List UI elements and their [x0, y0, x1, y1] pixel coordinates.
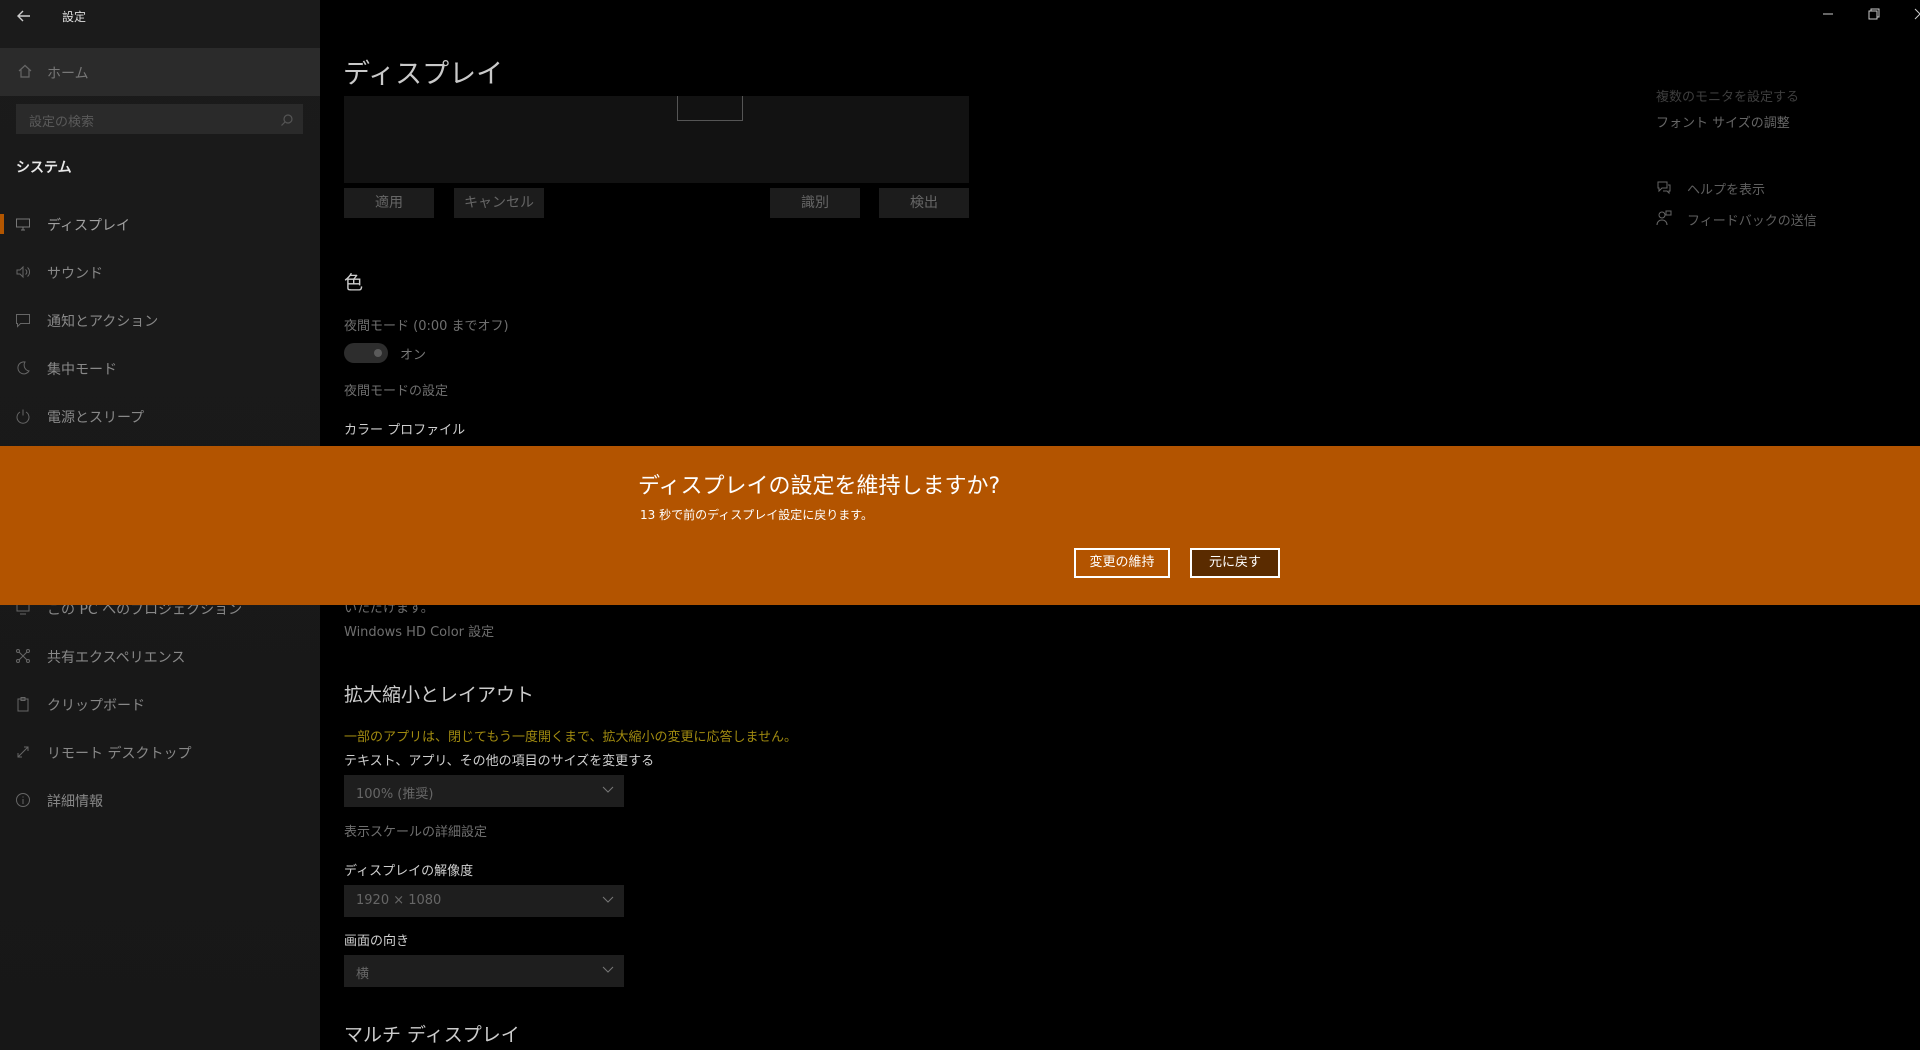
feedback-link[interactable]: フィードバックの送信	[1687, 210, 1817, 229]
sidebar-item-power[interactable]: 電源とスリープ	[0, 396, 320, 436]
sidebar-item-sound[interactable]: サウンド	[0, 252, 320, 292]
orientation-label: 画面の向き	[344, 934, 410, 949]
orientation-value: 横	[356, 967, 370, 982]
chevron-down-icon	[602, 963, 614, 975]
chevron-down-icon	[602, 783, 614, 795]
home-label: ホーム	[47, 66, 89, 82]
info-icon	[15, 792, 31, 808]
display-arrangement-preview[interactable]	[344, 96, 969, 183]
banner-title: ディスプレイの設定を維持しますか?	[638, 474, 1001, 499]
search-icon	[280, 112, 294, 126]
scale-warning: 一部のアプリは、閉じてもう一度開くまで、拡大縮小の変更に応答しません。	[344, 730, 798, 745]
night-light-settings-link[interactable]: 夜間モードの設定	[344, 380, 448, 399]
night-light-label: 夜間モード (0:00 までオフ)	[344, 319, 509, 334]
feedback-icon	[1656, 210, 1672, 226]
share-icon	[15, 648, 31, 664]
keep-settings-banner: ディスプレイの設定を維持しますか? 13 秒で前のディスプレイ設定に戻ります。 …	[0, 446, 1920, 605]
sidebar-item-display[interactable]: ディスプレイ	[0, 204, 320, 244]
revert-button[interactable]: 元に戻す	[1190, 548, 1280, 578]
section-heading: システム	[16, 160, 72, 176]
multi-display-heading: マルチ ディスプレイ	[344, 1024, 520, 1046]
title-bar: 設定	[0, 0, 320, 32]
sidebar-item-label: クリップボード	[47, 698, 145, 714]
remote-icon	[15, 744, 31, 760]
sidebar-item-about[interactable]: 詳細情報	[0, 780, 320, 820]
sidebar-item-label: リモート デスクトップ	[47, 746, 192, 762]
sidebar-item-shared[interactable]: 共有エクスペリエンス	[0, 636, 320, 676]
night-light-toggle[interactable]	[344, 343, 388, 363]
monitor-icon	[15, 216, 31, 232]
text-size-label: テキスト、アプリ、その他の項目のサイズを変更する	[344, 754, 655, 769]
sidebar-item-label: 詳細情報	[47, 794, 103, 810]
cancel-button[interactable]: キャンセル	[454, 188, 544, 218]
sidebar-item-label: サウンド	[47, 266, 103, 282]
sidebar-item-label: 共有エクスペリエンス	[47, 650, 186, 666]
speaker-icon	[15, 264, 31, 280]
color-heading: 色	[344, 272, 364, 294]
font-size-link[interactable]: フォント サイズの調整	[1656, 112, 1790, 131]
clipboard-icon	[15, 696, 31, 712]
sidebar-item-remote-desktop[interactable]: リモート デスクトップ	[0, 732, 320, 772]
identify-button[interactable]: 識別	[770, 188, 860, 218]
selection-indicator	[0, 214, 4, 234]
message-icon	[15, 312, 31, 328]
minimize-icon[interactable]	[1805, 0, 1851, 32]
detect-button[interactable]: 検出	[879, 188, 969, 218]
advanced-scale-link[interactable]: 表示スケールの詳細設定	[344, 821, 487, 840]
moon-icon	[15, 360, 31, 376]
scale-value: 100% (推奨)	[356, 787, 434, 802]
scale-dropdown[interactable]: 100% (推奨)	[344, 775, 624, 807]
scale-layout-heading: 拡大縮小とレイアウト	[344, 684, 535, 706]
home-icon	[18, 63, 32, 78]
resolution-dropdown[interactable]: 1920 × 1080	[344, 885, 624, 917]
sidebar-item-label: ディスプレイ	[47, 218, 131, 234]
resolution-value: 1920 × 1080	[356, 893, 442, 908]
keep-changes-button[interactable]: 変更の維持	[1074, 548, 1170, 578]
hd-color-settings-link[interactable]: Windows HD Color 設定	[344, 621, 494, 640]
chevron-down-icon	[602, 893, 614, 905]
app-title: 設定	[62, 10, 87, 24]
toggle-knob	[374, 349, 382, 357]
apply-button[interactable]: 適用	[344, 188, 434, 218]
sidebar-item-clipboard[interactable]: クリップボード	[0, 684, 320, 724]
help-icon	[1656, 179, 1672, 195]
home-nav-item[interactable]: ホーム	[0, 48, 320, 96]
power-icon	[15, 408, 31, 424]
resolution-label: ディスプレイの解像度	[344, 864, 474, 879]
banner-message: 13 秒で前のディスプレイ設定に戻ります。	[640, 508, 874, 522]
search-placeholder: 設定の検索	[29, 115, 95, 130]
help-link[interactable]: ヘルプを表示	[1687, 179, 1765, 198]
multi-monitor-link[interactable]: 複数のモニタを設定する	[1656, 86, 1799, 105]
sidebar-item-notifications[interactable]: 通知とアクション	[0, 300, 320, 340]
back-arrow-icon[interactable]	[14, 6, 34, 26]
sidebar-item-label: 集中モード	[47, 362, 117, 378]
orientation-dropdown[interactable]: 横	[344, 955, 624, 987]
restore-icon[interactable]	[1851, 0, 1897, 32]
monitor-thumbnail[interactable]	[677, 96, 743, 121]
close-icon[interactable]	[1897, 0, 1920, 32]
sidebar-item-label: 電源とスリープ	[47, 410, 145, 426]
sidebar-item-focus[interactable]: 集中モード	[0, 348, 320, 388]
sidebar-item-label: 通知とアクション	[47, 314, 159, 330]
search-input[interactable]: 設定の検索	[16, 104, 303, 134]
toggle-state-label: オン	[400, 348, 427, 363]
color-profile-label: カラー プロファイル	[344, 423, 466, 438]
page-title: ディスプレイ	[343, 59, 504, 90]
